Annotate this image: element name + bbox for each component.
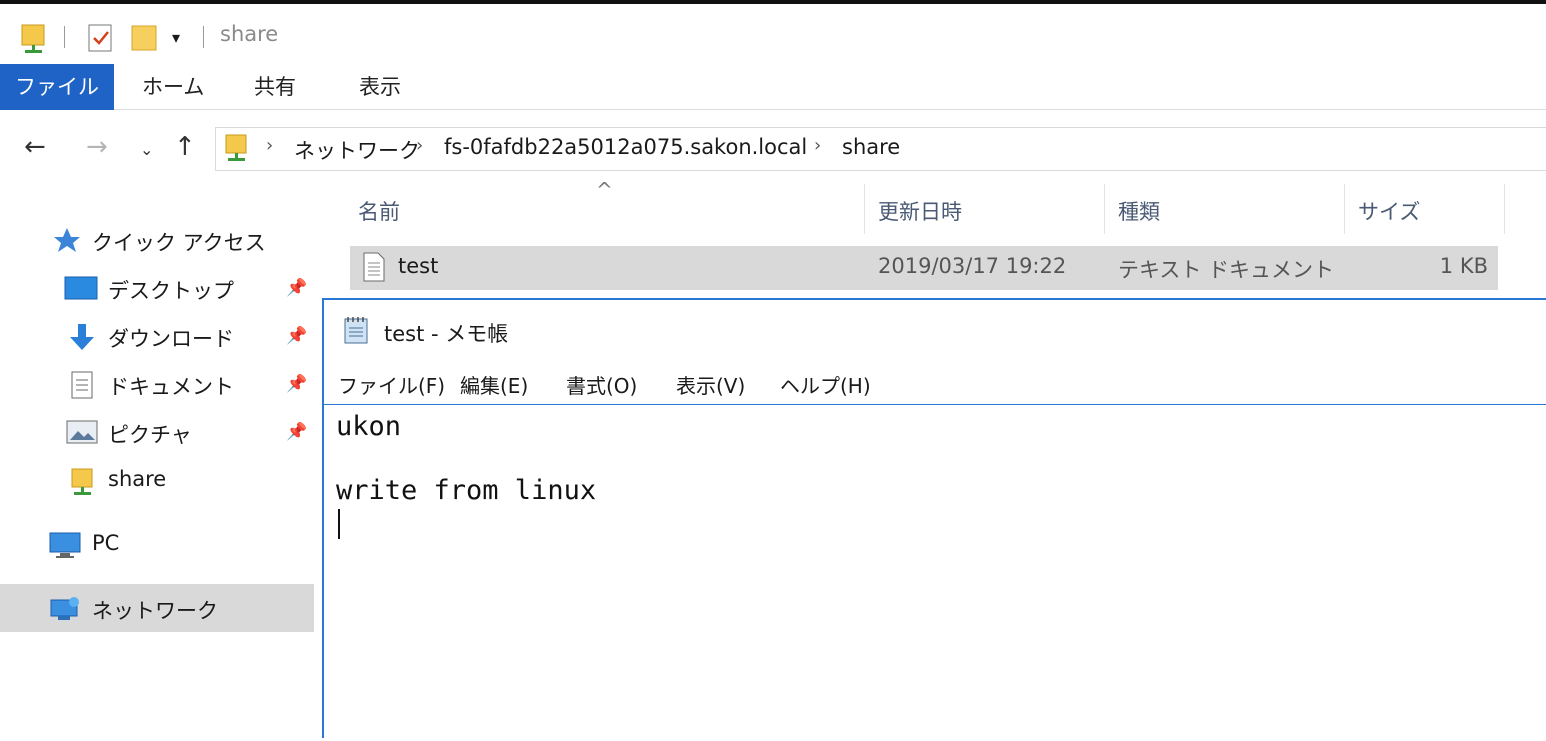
breadcrumb-chevron-icon[interactable]: › (814, 135, 821, 156)
menu-view[interactable]: 表示(V) (676, 370, 745, 399)
file-size: 1 KB (1439, 254, 1488, 278)
column-header-modified[interactable]: 更新日時 (878, 196, 962, 226)
menu-edit[interactable]: 編集(E) (460, 370, 528, 399)
breadcrumb-chevron-icon[interactable]: › (416, 135, 423, 156)
tab-view[interactable]: 表示 (335, 64, 425, 110)
nav-desktop[interactable]: デスクトップ 📌 (0, 266, 314, 310)
breadcrumb-server[interactable]: fs-0fafdb22a5012a075.sakon.local (444, 135, 807, 159)
up-arrow-icon[interactable]: ↑ (174, 132, 196, 162)
customize-toolbar-dropdown-icon[interactable]: ▾ (172, 28, 180, 47)
window-title: share (220, 22, 279, 46)
navigation-pane: クイック アクセス デスクトップ 📌 ダウンロード 📌 ドキュメント 📌 ピクチ… (0, 184, 318, 726)
toolbar-separator (203, 26, 204, 48)
nav-label: デスクトップ (108, 279, 234, 303)
properties-icon[interactable] (86, 22, 114, 58)
menu-format[interactable]: 書式(O) (566, 370, 637, 399)
nav-downloads[interactable]: ダウンロード 📌 (0, 314, 314, 358)
new-folder-icon[interactable] (130, 22, 160, 58)
star-icon (52, 226, 82, 258)
breadcrumb-chevron-icon[interactable]: › (266, 135, 273, 156)
nav-label: クイック アクセス (92, 231, 266, 255)
column-divider[interactable] (864, 184, 865, 234)
recent-locations-chevron-icon[interactable]: ⌄ (140, 140, 153, 159)
toolbar-separator (64, 26, 65, 48)
nav-network[interactable]: ネットワーク (0, 584, 314, 632)
text-line: write from linux (336, 475, 597, 506)
tab-share[interactable]: 共有 (230, 64, 320, 110)
notepad-window: test - メモ帳 ファイル(F) 編集(E) 書式(O) 表示(V) ヘルプ… (322, 298, 1546, 741)
desktop-icon (64, 274, 98, 306)
picture-icon (66, 418, 98, 450)
nav-pictures[interactable]: ピクチャ 📌 (0, 410, 314, 454)
nav-documents[interactable]: ドキュメント 📌 (0, 362, 314, 406)
network-share-icon (224, 132, 250, 168)
notepad-title-bar[interactable]: test - メモ帳 (324, 300, 1546, 362)
nav-label: ダウンロード (108, 327, 234, 351)
download-arrow-icon (66, 322, 98, 356)
column-divider[interactable] (1104, 184, 1105, 234)
menu-help[interactable]: ヘルプ(H) (780, 370, 871, 399)
notepad-text-area[interactable]: ukon write from linux (324, 404, 1546, 741)
text-caret (338, 509, 340, 539)
navigation-bar: ← → ⌄ ↑ › ネットワーク › fs-0fafdb22a5012a075.… (0, 110, 1546, 184)
network-folder-icon (70, 466, 96, 502)
pin-icon[interactable]: 📌 (286, 326, 307, 346)
column-header-type[interactable]: 種類 (1118, 196, 1160, 226)
nav-label: ピクチャ (108, 423, 192, 447)
document-icon (70, 370, 96, 404)
explorer-title-bar: ▾ share (0, 0, 1546, 64)
nav-pc[interactable]: PC (0, 522, 314, 566)
ribbon-tabs: ファイル ホーム 共有 表示 (0, 64, 1546, 110)
column-divider[interactable] (1344, 184, 1345, 234)
menu-file[interactable]: ファイル(F) (338, 370, 445, 399)
forward-arrow-icon[interactable]: → (86, 132, 108, 162)
notepad-title: test - メモ帳 (384, 322, 509, 346)
nav-share[interactable]: share (0, 458, 314, 502)
computer-icon (48, 530, 82, 564)
pin-icon[interactable]: 📌 (286, 422, 307, 442)
notepad-menu-bar: ファイル(F) 編集(E) 書式(O) 表示(V) ヘルプ(H) (324, 362, 1546, 404)
nav-label: ネットワーク (92, 599, 218, 623)
network-folder-icon[interactable] (20, 22, 48, 58)
file-type: テキスト ドキュメント (1118, 258, 1335, 282)
nav-label: share (108, 467, 167, 491)
back-arrow-icon[interactable]: ← (24, 132, 46, 162)
pin-icon[interactable]: 📌 (286, 278, 307, 298)
tab-home[interactable]: ホーム (118, 64, 228, 110)
network-icon (48, 594, 82, 628)
nav-label: ドキュメント (108, 375, 234, 399)
file-name: test (398, 254, 439, 278)
pin-icon[interactable]: 📌 (286, 374, 307, 394)
breadcrumb-network[interactable]: ネットワーク (294, 135, 420, 165)
nav-quick-access[interactable]: クイック アクセス (0, 218, 314, 262)
sort-ascending-icon: ^ (596, 178, 613, 202)
text-line: ukon (336, 411, 402, 442)
column-header-name[interactable]: 名前 (358, 196, 400, 226)
column-divider[interactable] (1504, 184, 1505, 234)
file-list: ^ 名前 更新日時 種類 サイズ test 2019/03/17 19:22 テ… (322, 178, 1546, 300)
nav-label: PC (92, 531, 120, 555)
column-header-size[interactable]: サイズ (1358, 196, 1420, 226)
file-modified: 2019/03/17 19:22 (878, 254, 1067, 278)
address-bar[interactable]: › ネットワーク › fs-0fafdb22a5012a075.sakon.lo… (215, 127, 1546, 171)
tab-file[interactable]: ファイル (0, 64, 114, 110)
text-file-icon (362, 251, 386, 287)
table-row[interactable]: test 2019/03/17 19:22 テキスト ドキュメント 1 KB (350, 246, 1498, 290)
breadcrumb-share[interactable]: share (842, 135, 900, 159)
notepad-icon (342, 314, 372, 350)
